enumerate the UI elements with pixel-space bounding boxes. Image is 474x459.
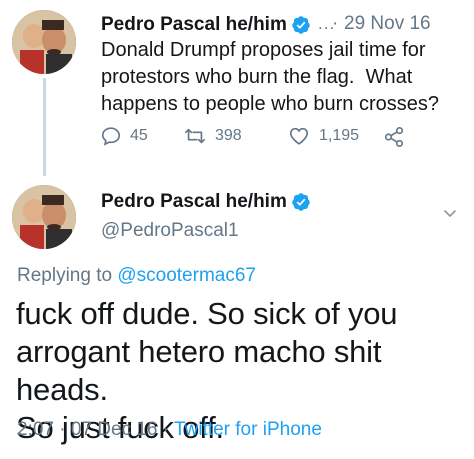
replying-prefix: Replying to bbox=[17, 265, 118, 286]
meta-separator: · bbox=[59, 419, 66, 440]
replying-to-line: Replying to @scootermac67 bbox=[17, 265, 256, 287]
parent-avatar[interactable] bbox=[12, 10, 76, 74]
tweet-date: 07 Dec 16 bbox=[70, 419, 158, 440]
thread-line bbox=[43, 78, 46, 176]
retweet-action[interactable]: 398 bbox=[183, 125, 242, 147]
parent-text-line: protestors who burn the flag. What bbox=[101, 66, 413, 88]
parent-text-line: happens to people who burn crosses? bbox=[101, 93, 440, 115]
tweet-time: 2:07 bbox=[17, 419, 54, 440]
main-avatar[interactable] bbox=[12, 185, 76, 249]
like-count: 1,195 bbox=[319, 127, 360, 144]
main-text-line: fuck off dude. So sick of you bbox=[16, 296, 398, 331]
heart-icon bbox=[289, 127, 309, 145]
parent-tweet-text: Donald Drumpf proposes jail time for pro… bbox=[101, 37, 466, 118]
parent-author-name[interactable]: Pedro Pascal he/him bbox=[101, 14, 287, 36]
reply-count: 45 bbox=[130, 127, 148, 144]
reply-icon bbox=[101, 127, 121, 146]
retweet-count: 398 bbox=[215, 127, 242, 144]
main-handle[interactable]: @PedroPascal1 bbox=[101, 220, 239, 242]
avatar-photo bbox=[12, 185, 76, 249]
parent-text-line: Donald Drumpf proposes jail time for bbox=[101, 39, 426, 61]
verified-badge-icon bbox=[292, 16, 310, 34]
like-action[interactable]: 1,195 bbox=[287, 125, 359, 147]
main-author-name[interactable]: Pedro Pascal he/him bbox=[101, 191, 287, 213]
avatar-photo bbox=[12, 10, 76, 74]
parent-separator: · bbox=[332, 13, 339, 34]
tweet-source-link[interactable]: Twitter for iPhone bbox=[174, 419, 322, 440]
main-text-line: arrogant hetero macho shit heads. bbox=[16, 334, 382, 407]
reply-action[interactable]: 45 bbox=[100, 125, 148, 147]
replying-to-link[interactable]: @scootermac67 bbox=[117, 265, 256, 286]
chevron-down-icon[interactable] bbox=[442, 205, 458, 221]
retweet-icon bbox=[185, 128, 205, 144]
share-icon[interactable] bbox=[383, 126, 405, 148]
verified-badge-icon bbox=[292, 193, 310, 211]
parent-date[interactable]: 29 Nov 16 bbox=[344, 13, 431, 35]
tweet-meta: 2:07 · 07 Dec 16 · Twitter for iPhone bbox=[17, 419, 322, 441]
meta-separator: · bbox=[162, 419, 170, 440]
